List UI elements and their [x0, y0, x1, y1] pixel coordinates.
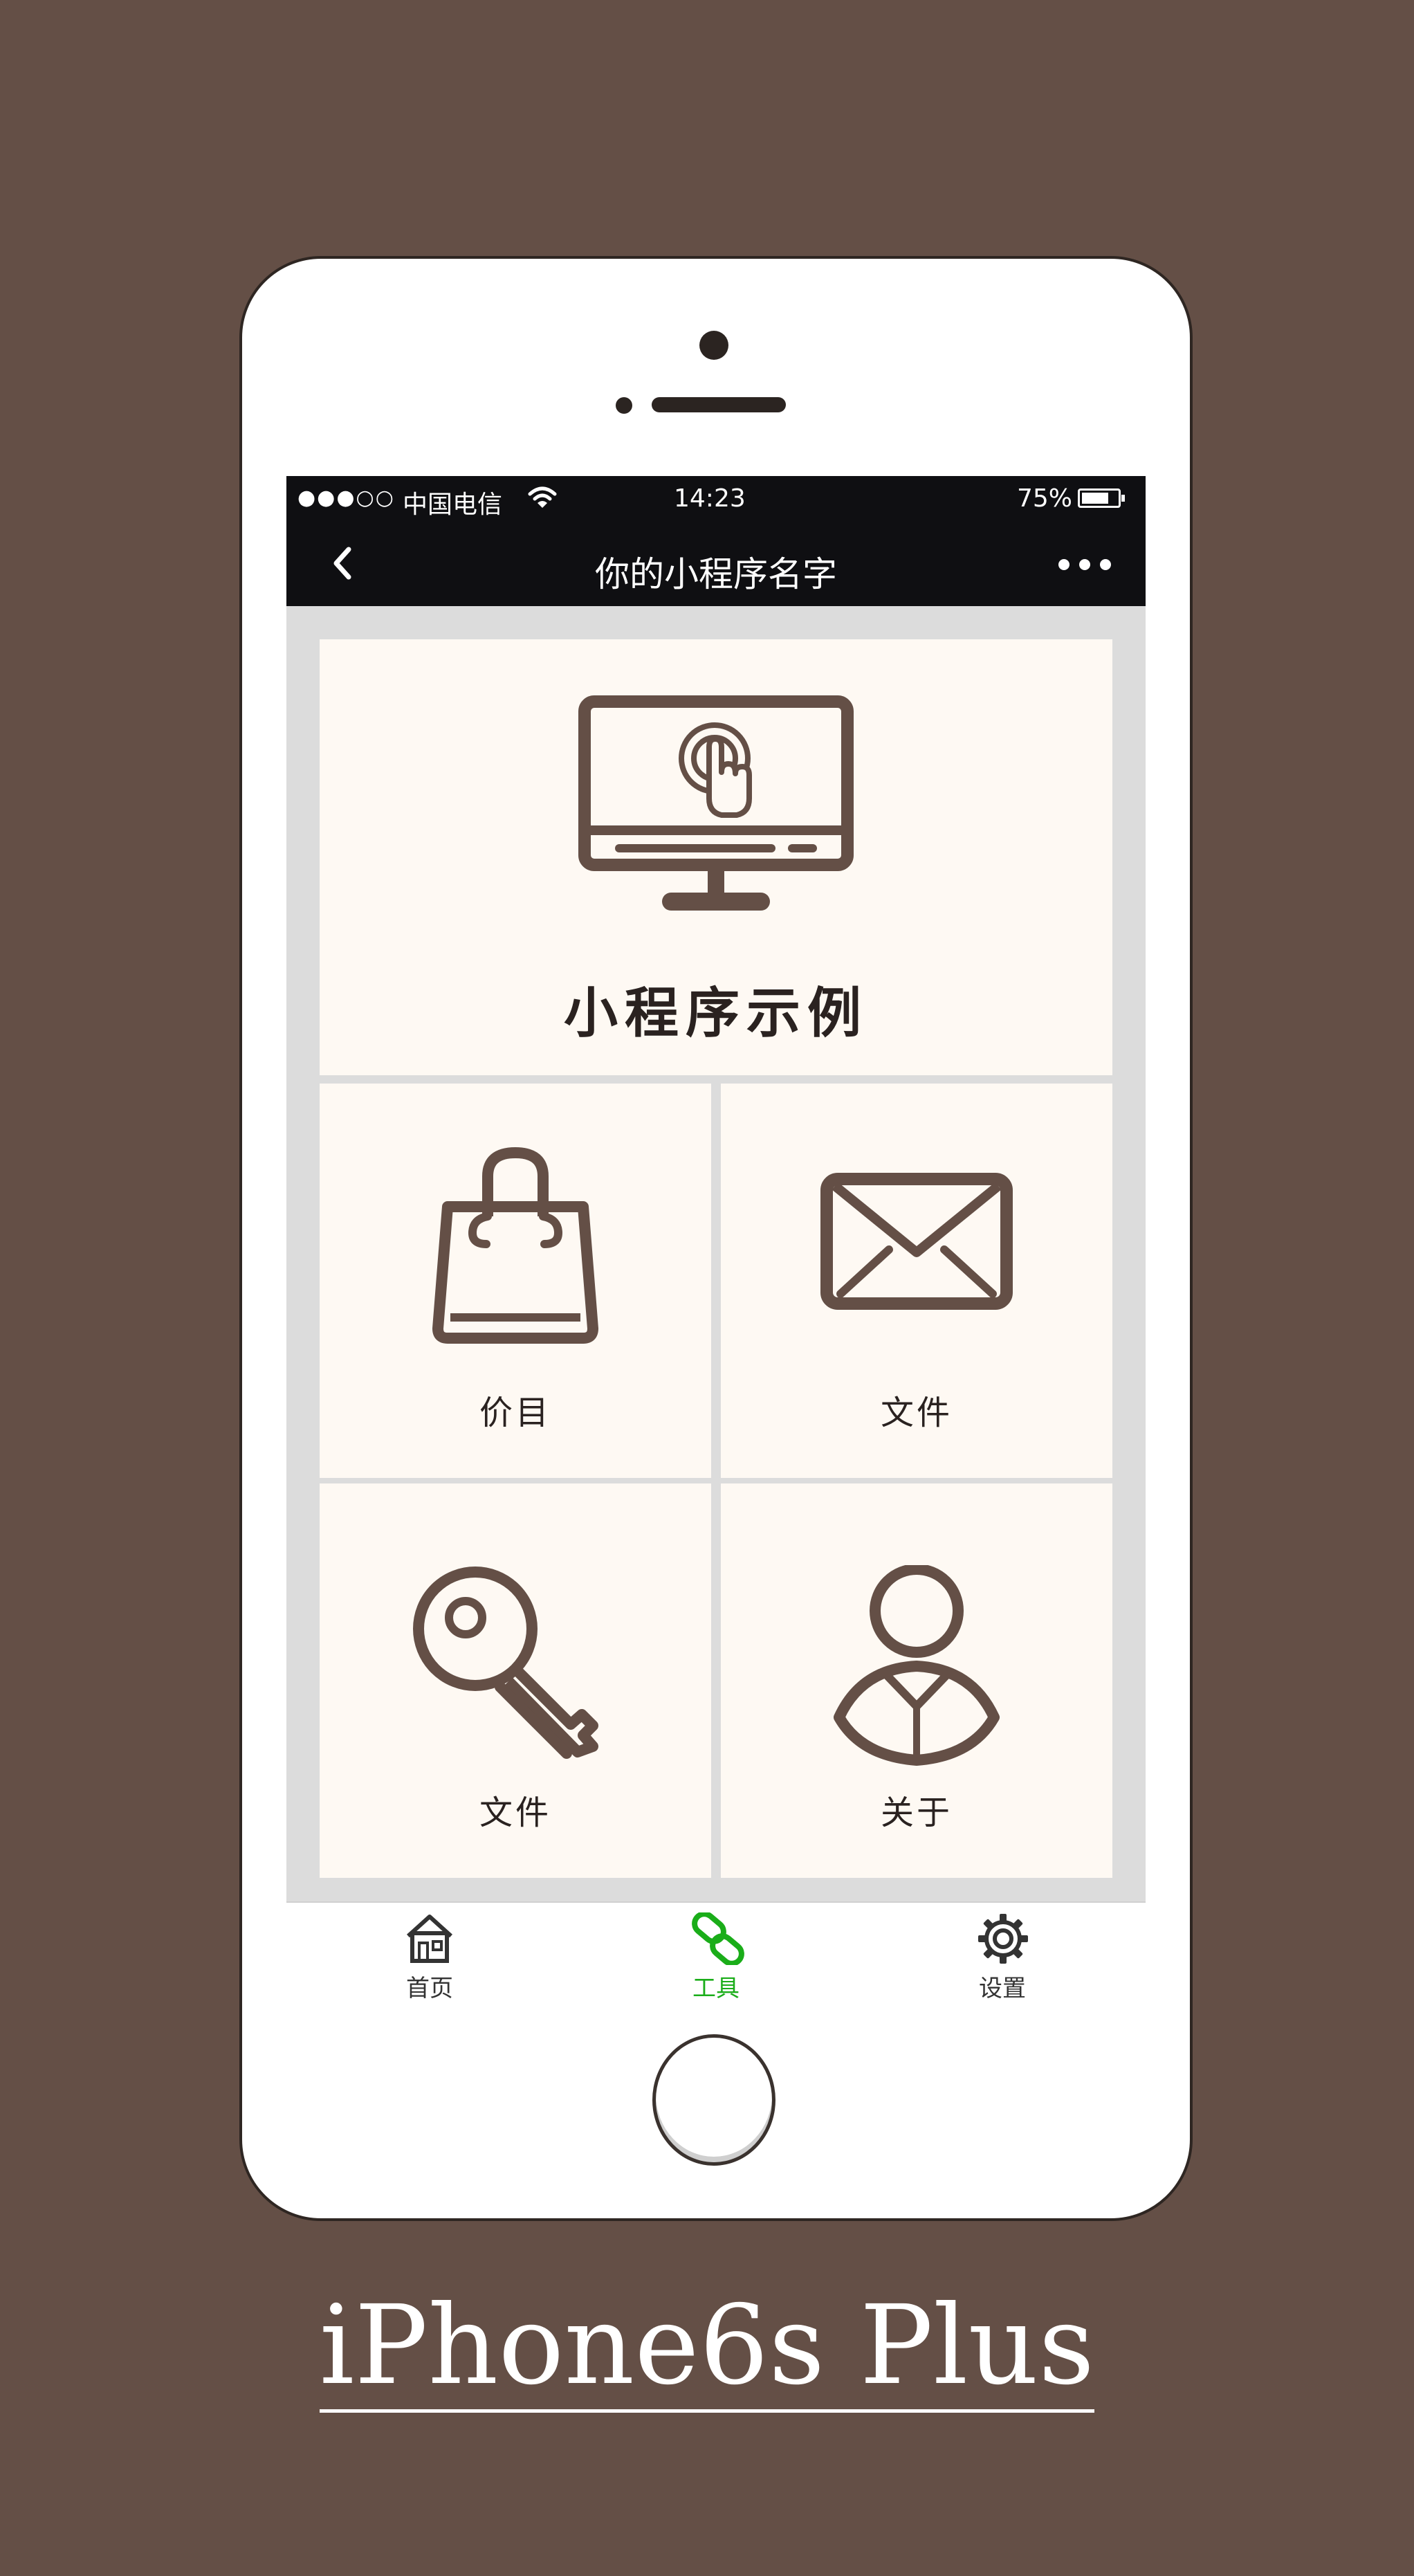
- home-icon: [406, 1915, 453, 1963]
- hero-label: 小程序示例: [563, 982, 868, 1045]
- link-icon: [692, 1912, 744, 1965]
- hero-tile[interactable]: 小程序示例: [320, 639, 1112, 1075]
- tab-settings-label: 设置: [979, 1975, 1026, 2002]
- battery-level: [1082, 493, 1108, 504]
- tile-file-key-label: 文件: [479, 1793, 551, 1832]
- tile-about[interactable]: 关于: [721, 1483, 1112, 1878]
- tab-bar: 首页 工具 设置: [286, 1901, 1146, 2005]
- tab-home-label: 首页: [406, 1975, 453, 2002]
- shopping-bag-icon: [432, 1147, 598, 1344]
- carrier-name: 中国电信: [403, 491, 503, 519]
- tile-about-label: 关于: [880, 1793, 953, 1832]
- status-bar: ●●●○○ 中国电信 14:23 75%: [286, 476, 1146, 523]
- more-options-button[interactable]: [1054, 551, 1117, 578]
- user-icon: [834, 1565, 1000, 1766]
- tab-settings[interactable]: 设置: [859, 1903, 1146, 2005]
- device-model-text: iPhone6s Plus: [319, 2282, 1095, 2413]
- tile-file-mail-label: 文件: [880, 1394, 953, 1432]
- home-button[interactable]: [652, 2034, 775, 2166]
- earpiece-speaker: [652, 397, 786, 412]
- tile-file-mail[interactable]: 文件: [721, 1084, 1112, 1478]
- more-dots-icon: [1058, 559, 1111, 570]
- front-camera: [699, 331, 728, 360]
- key-icon: [413, 1566, 598, 1759]
- navigation-bar: 你的小程序名字: [286, 523, 1146, 606]
- tab-home[interactable]: 首页: [286, 1903, 573, 2005]
- battery-percentage: 75%: [1017, 484, 1073, 513]
- tile-price-label: 价目: [479, 1394, 551, 1432]
- tile-price[interactable]: 价目: [320, 1084, 711, 1478]
- tab-tools-label: 工具: [692, 1975, 740, 2002]
- monitor-touch-icon: [578, 695, 854, 911]
- signal-strength: ●●●○○: [297, 486, 395, 510]
- device-model-label: iPhone6s Plus: [0, 2282, 1414, 2413]
- tile-file-key[interactable]: 文件: [320, 1483, 711, 1878]
- proximity-sensor: [616, 397, 632, 414]
- envelope-icon: [820, 1173, 1013, 1310]
- wifi-icon: [527, 486, 558, 517]
- gear-icon: [978, 1914, 1028, 1964]
- battery-icon: [1078, 488, 1125, 508]
- tab-tools[interactable]: 工具: [573, 1903, 859, 2005]
- battery-nub: [1121, 495, 1125, 502]
- page-title: 你的小程序名字: [595, 554, 837, 594]
- status-time: 14:23: [674, 484, 746, 513]
- screen: ●●●○○ 中国电信 14:23 75% 你的小程序名字 小程序示例 价目 文件…: [286, 476, 1146, 2005]
